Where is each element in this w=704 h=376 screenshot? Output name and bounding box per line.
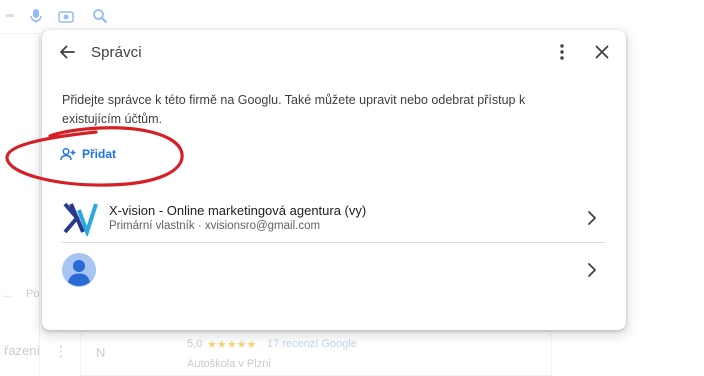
bar-icon <box>6 14 14 17</box>
dialog-title: Správci <box>91 44 142 61</box>
chevron-right-icon <box>588 263 596 277</box>
background-left-panel <box>0 36 40 376</box>
background-reviews: 17 recenzí Google <box>267 338 357 350</box>
add-manager-button[interactable]: Přidat <box>60 144 116 164</box>
manager-info: X-vision - Online marketingová agentura … <box>109 202 584 234</box>
background-searchbar <box>0 0 130 34</box>
background-text-fragment: ... <box>2 288 12 300</box>
arrow-back-icon <box>60 45 75 59</box>
search-icon <box>93 9 108 24</box>
xv-logo-icon <box>63 202 98 236</box>
managers-dialog: Správci Přidejte správce k této firmě na… <box>42 30 626 330</box>
more-options-button[interactable] <box>551 41 573 63</box>
chevron-right-icon <box>588 211 596 225</box>
background-text-fragment: Po <box>26 288 40 300</box>
background-category: Autoškola v Plzni <box>187 358 271 370</box>
close-icon <box>595 45 609 59</box>
background-more-icon: ⋮ <box>54 343 68 359</box>
microphone-icon <box>30 9 42 23</box>
background-business-card: 5,0 ★★★★★ 17 recenzí Google Autoškola v … <box>80 329 552 376</box>
close-button[interactable] <box>591 41 613 63</box>
back-button[interactable] <box>56 41 78 63</box>
background-rating: 5,0 <box>187 338 203 350</box>
manager-name: X-vision - Online marketingová agentura … <box>109 203 367 218</box>
dialog-description: Přidejte správce k této firmě na Googlu.… <box>62 93 526 126</box>
person-add-icon <box>60 148 76 161</box>
manager-row[interactable] <box>62 250 606 290</box>
manager-role: Primární vlastník · xvisionsro@gmail.com <box>109 220 321 232</box>
add-manager-label: Přidat <box>82 147 117 161</box>
manager-row[interactable]: X-vision - Online marketingová agentura … <box>62 195 606 241</box>
camera-icon <box>58 11 74 23</box>
more-vert-icon <box>560 44 564 60</box>
person-avatar-icon <box>62 253 96 287</box>
background-stars: ★★★★★ <box>207 339 257 351</box>
row-divider <box>62 242 605 243</box>
background-sort-label: řazení <box>4 343 41 358</box>
